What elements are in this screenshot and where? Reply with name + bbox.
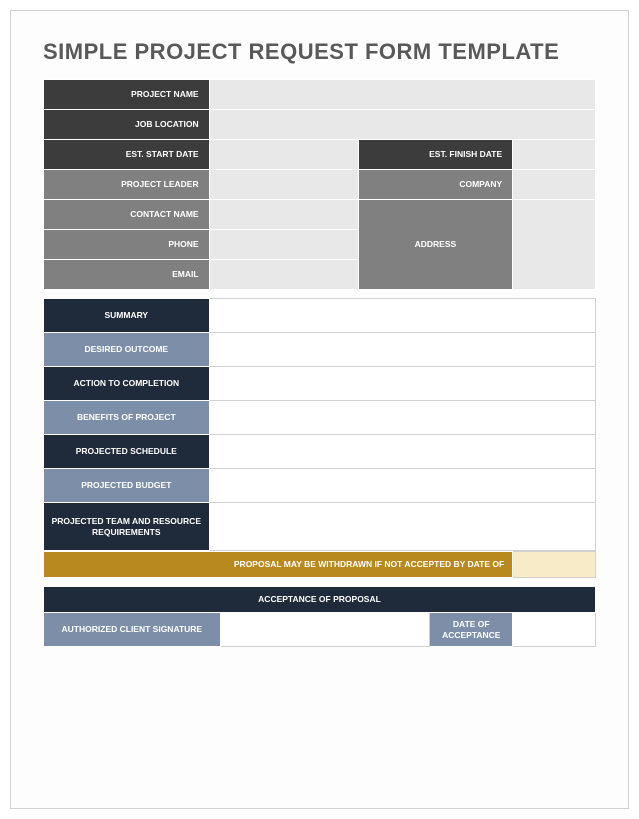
row-team: PROJECTED TEAM AND RESOURCE REQUIREMENTS [44,503,596,551]
label-summary: SUMMARY [44,299,210,333]
row-acceptance-header: ACCEPTANCE OF PROPOSAL [44,587,596,613]
row-signature: AUTHORIZED CLIENT SIGNATURE DATE OF ACCE… [44,613,596,647]
row-dates: EST. START DATE EST. FINISH DATE [44,140,596,170]
row-schedule: PROJECTED SCHEDULE [44,435,596,469]
field-accept-date[interactable] [513,613,596,647]
field-budget[interactable] [209,469,595,503]
field-project-name[interactable] [209,80,595,110]
label-signature: AUTHORIZED CLIENT SIGNATURE [44,613,221,647]
form-page: SIMPLE PROJECT REQUEST FORM TEMPLATE PRO… [10,10,629,809]
label-project-leader: PROJECT LEADER [44,170,210,200]
section-withdrawal: PROPOSAL MAY BE WITHDRAWN IF NOT ACCEPTE… [43,551,596,578]
field-team[interactable] [209,503,595,551]
label-budget: PROJECTED BUDGET [44,469,210,503]
field-email[interactable] [209,260,358,290]
row-project-name: PROJECT NAME [44,80,596,110]
label-benefits: BENEFITS OF PROJECT [44,401,210,435]
field-project-leader[interactable] [209,170,358,200]
field-phone[interactable] [209,230,358,260]
field-contact-name[interactable] [209,200,358,230]
field-job-location[interactable] [209,110,595,140]
row-leader: PROJECT LEADER COMPANY [44,170,596,200]
label-contact-name: CONTACT NAME [44,200,210,230]
label-accept-date: DATE OF ACCEPTANCE [430,613,513,647]
field-withdrawal-date[interactable] [513,552,596,578]
label-action: ACTION TO COMPLETION [44,367,210,401]
row-budget: PROJECTED BUDGET [44,469,596,503]
section-acceptance: ACCEPTANCE OF PROPOSAL AUTHORIZED CLIENT… [43,586,596,647]
section-details: SUMMARY DESIRED OUTCOME ACTION TO COMPLE… [43,298,596,551]
field-outcome[interactable] [209,333,595,367]
label-est-start: EST. START DATE [44,140,210,170]
label-withdrawal: PROPOSAL MAY BE WITHDRAWN IF NOT ACCEPTE… [44,552,513,578]
label-phone: PHONE [44,230,210,260]
field-company[interactable] [513,170,596,200]
page-title: SIMPLE PROJECT REQUEST FORM TEMPLATE [43,39,596,65]
label-schedule: PROJECTED SCHEDULE [44,435,210,469]
field-benefits[interactable] [209,401,595,435]
section-project-info: PROJECT NAME JOB LOCATION EST. START DAT… [43,79,596,290]
label-company: COMPANY [358,170,513,200]
label-outcome: DESIRED OUTCOME [44,333,210,367]
row-job-location: JOB LOCATION [44,110,596,140]
label-est-finish: EST. FINISH DATE [358,140,513,170]
label-email: EMAIL [44,260,210,290]
label-team: PROJECTED TEAM AND RESOURCE REQUIREMENTS [44,503,210,551]
field-summary[interactable] [209,299,595,333]
row-withdrawal: PROPOSAL MAY BE WITHDRAWN IF NOT ACCEPTE… [44,552,596,578]
field-est-start[interactable] [209,140,358,170]
field-action[interactable] [209,367,595,401]
row-action: ACTION TO COMPLETION [44,367,596,401]
label-address: ADDRESS [358,200,513,290]
label-project-name: PROJECT NAME [44,80,210,110]
label-job-location: JOB LOCATION [44,110,210,140]
field-schedule[interactable] [209,435,595,469]
row-contact: CONTACT NAME ADDRESS [44,200,596,230]
field-est-finish[interactable] [513,140,596,170]
row-summary: SUMMARY [44,299,596,333]
row-benefits: BENEFITS OF PROJECT [44,401,596,435]
field-address[interactable] [513,200,596,290]
field-signature[interactable] [220,613,430,647]
label-acceptance-header: ACCEPTANCE OF PROPOSAL [44,587,596,613]
row-outcome: DESIRED OUTCOME [44,333,596,367]
